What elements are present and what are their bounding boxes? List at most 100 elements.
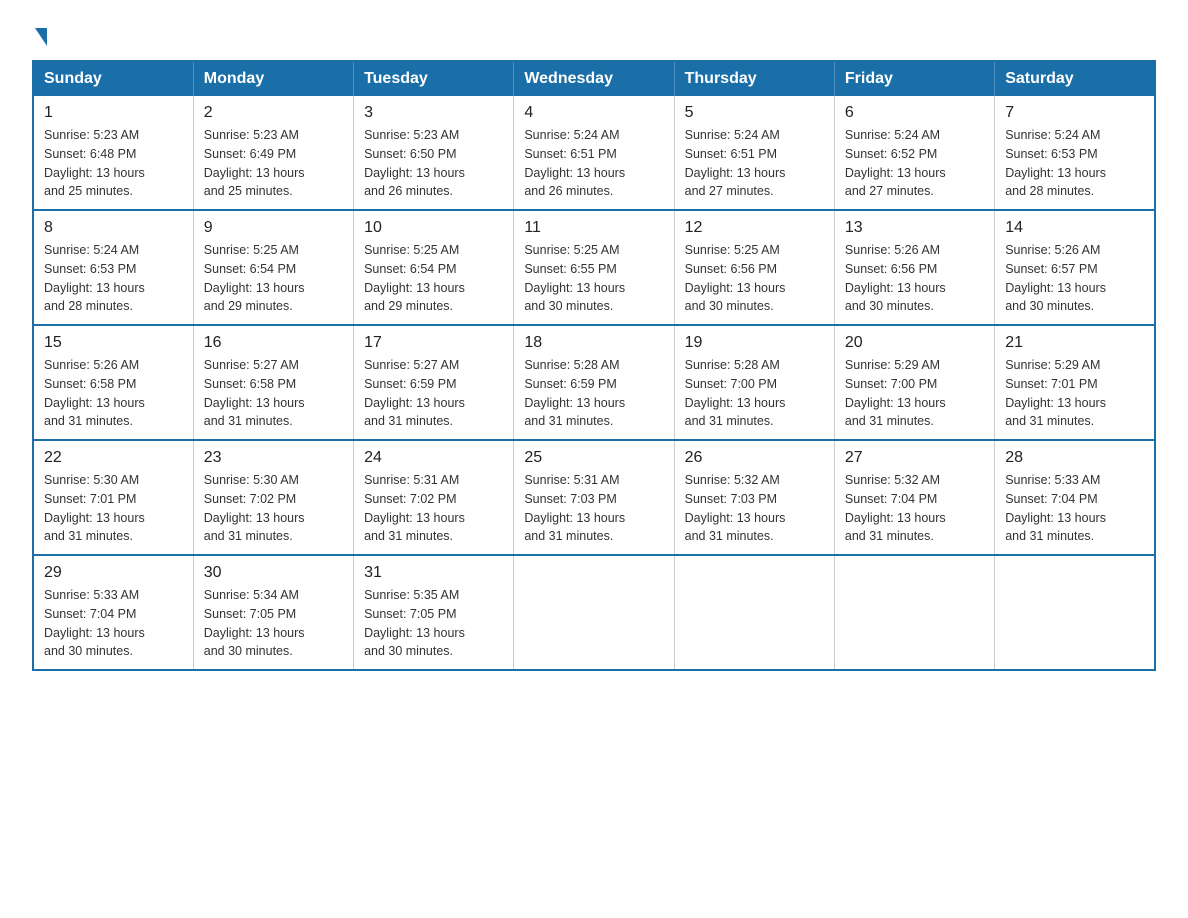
day-info: Sunrise: 5:34 AM Sunset: 7:05 PM Dayligh… <box>204 586 343 661</box>
day-number: 30 <box>204 564 343 582</box>
day-info: Sunrise: 5:28 AM Sunset: 6:59 PM Dayligh… <box>524 356 663 431</box>
day-number: 15 <box>44 334 183 352</box>
weekday-header-wednesday: Wednesday <box>514 61 674 96</box>
page-header <box>32 24 1156 42</box>
day-info: Sunrise: 5:24 AM Sunset: 6:51 PM Dayligh… <box>685 126 824 201</box>
day-number: 6 <box>845 104 984 122</box>
calendar-cell: 2 Sunrise: 5:23 AM Sunset: 6:49 PM Dayli… <box>193 96 353 210</box>
calendar-cell: 18 Sunrise: 5:28 AM Sunset: 6:59 PM Dayl… <box>514 325 674 440</box>
day-number: 18 <box>524 334 663 352</box>
day-info: Sunrise: 5:26 AM Sunset: 6:58 PM Dayligh… <box>44 356 183 431</box>
calendar-cell: 9 Sunrise: 5:25 AM Sunset: 6:54 PM Dayli… <box>193 210 353 325</box>
calendar-cell: 20 Sunrise: 5:29 AM Sunset: 7:00 PM Dayl… <box>834 325 994 440</box>
day-number: 4 <box>524 104 663 122</box>
day-number: 12 <box>685 219 824 237</box>
weekday-header-tuesday: Tuesday <box>354 61 514 96</box>
day-info: Sunrise: 5:24 AM Sunset: 6:52 PM Dayligh… <box>845 126 984 201</box>
logo <box>32 24 47 42</box>
day-number: 1 <box>44 104 183 122</box>
day-number: 27 <box>845 449 984 467</box>
calendar-cell: 10 Sunrise: 5:25 AM Sunset: 6:54 PM Dayl… <box>354 210 514 325</box>
day-info: Sunrise: 5:27 AM Sunset: 6:58 PM Dayligh… <box>204 356 343 431</box>
day-info: Sunrise: 5:32 AM Sunset: 7:03 PM Dayligh… <box>685 471 824 546</box>
calendar-cell: 19 Sunrise: 5:28 AM Sunset: 7:00 PM Dayl… <box>674 325 834 440</box>
day-info: Sunrise: 5:25 AM Sunset: 6:54 PM Dayligh… <box>204 241 343 316</box>
calendar-cell: 23 Sunrise: 5:30 AM Sunset: 7:02 PM Dayl… <box>193 440 353 555</box>
logo-arrow-icon <box>35 28 47 46</box>
day-number: 10 <box>364 219 503 237</box>
day-number: 13 <box>845 219 984 237</box>
calendar-cell: 5 Sunrise: 5:24 AM Sunset: 6:51 PM Dayli… <box>674 96 834 210</box>
weekday-header-monday: Monday <box>193 61 353 96</box>
day-info: Sunrise: 5:31 AM Sunset: 7:03 PM Dayligh… <box>524 471 663 546</box>
day-number: 5 <box>685 104 824 122</box>
weekday-header-saturday: Saturday <box>995 61 1155 96</box>
day-info: Sunrise: 5:26 AM Sunset: 6:56 PM Dayligh… <box>845 241 984 316</box>
calendar-cell: 7 Sunrise: 5:24 AM Sunset: 6:53 PM Dayli… <box>995 96 1155 210</box>
day-number: 26 <box>685 449 824 467</box>
calendar-cell: 26 Sunrise: 5:32 AM Sunset: 7:03 PM Dayl… <box>674 440 834 555</box>
day-number: 2 <box>204 104 343 122</box>
calendar-cell: 28 Sunrise: 5:33 AM Sunset: 7:04 PM Dayl… <box>995 440 1155 555</box>
day-number: 23 <box>204 449 343 467</box>
calendar-cell: 27 Sunrise: 5:32 AM Sunset: 7:04 PM Dayl… <box>834 440 994 555</box>
day-info: Sunrise: 5:35 AM Sunset: 7:05 PM Dayligh… <box>364 586 503 661</box>
day-number: 7 <box>1005 104 1144 122</box>
day-info: Sunrise: 5:33 AM Sunset: 7:04 PM Dayligh… <box>44 586 183 661</box>
calendar-cell: 1 Sunrise: 5:23 AM Sunset: 6:48 PM Dayli… <box>33 96 193 210</box>
day-number: 20 <box>845 334 984 352</box>
day-info: Sunrise: 5:26 AM Sunset: 6:57 PM Dayligh… <box>1005 241 1144 316</box>
day-info: Sunrise: 5:25 AM Sunset: 6:55 PM Dayligh… <box>524 241 663 316</box>
day-info: Sunrise: 5:27 AM Sunset: 6:59 PM Dayligh… <box>364 356 503 431</box>
day-number: 21 <box>1005 334 1144 352</box>
calendar-cell: 16 Sunrise: 5:27 AM Sunset: 6:58 PM Dayl… <box>193 325 353 440</box>
calendar-cell: 25 Sunrise: 5:31 AM Sunset: 7:03 PM Dayl… <box>514 440 674 555</box>
calendar-cell <box>674 555 834 670</box>
calendar-cell: 17 Sunrise: 5:27 AM Sunset: 6:59 PM Dayl… <box>354 325 514 440</box>
day-number: 9 <box>204 219 343 237</box>
day-number: 17 <box>364 334 503 352</box>
calendar-cell: 8 Sunrise: 5:24 AM Sunset: 6:53 PM Dayli… <box>33 210 193 325</box>
day-info: Sunrise: 5:23 AM Sunset: 6:50 PM Dayligh… <box>364 126 503 201</box>
day-info: Sunrise: 5:31 AM Sunset: 7:02 PM Dayligh… <box>364 471 503 546</box>
weekday-header-sunday: Sunday <box>33 61 193 96</box>
calendar-cell: 24 Sunrise: 5:31 AM Sunset: 7:02 PM Dayl… <box>354 440 514 555</box>
day-info: Sunrise: 5:30 AM Sunset: 7:01 PM Dayligh… <box>44 471 183 546</box>
calendar-cell: 13 Sunrise: 5:26 AM Sunset: 6:56 PM Dayl… <box>834 210 994 325</box>
day-info: Sunrise: 5:29 AM Sunset: 7:00 PM Dayligh… <box>845 356 984 431</box>
day-info: Sunrise: 5:29 AM Sunset: 7:01 PM Dayligh… <box>1005 356 1144 431</box>
calendar-table: SundayMondayTuesdayWednesdayThursdayFrid… <box>32 60 1156 671</box>
calendar-cell: 31 Sunrise: 5:35 AM Sunset: 7:05 PM Dayl… <box>354 555 514 670</box>
day-number: 3 <box>364 104 503 122</box>
calendar-cell <box>834 555 994 670</box>
calendar-cell <box>995 555 1155 670</box>
calendar-cell: 29 Sunrise: 5:33 AM Sunset: 7:04 PM Dayl… <box>33 555 193 670</box>
day-info: Sunrise: 5:28 AM Sunset: 7:00 PM Dayligh… <box>685 356 824 431</box>
day-info: Sunrise: 5:25 AM Sunset: 6:56 PM Dayligh… <box>685 241 824 316</box>
weekday-header-thursday: Thursday <box>674 61 834 96</box>
day-info: Sunrise: 5:30 AM Sunset: 7:02 PM Dayligh… <box>204 471 343 546</box>
day-number: 31 <box>364 564 503 582</box>
day-number: 28 <box>1005 449 1144 467</box>
calendar-cell: 21 Sunrise: 5:29 AM Sunset: 7:01 PM Dayl… <box>995 325 1155 440</box>
day-number: 24 <box>364 449 503 467</box>
day-info: Sunrise: 5:32 AM Sunset: 7:04 PM Dayligh… <box>845 471 984 546</box>
calendar-cell: 4 Sunrise: 5:24 AM Sunset: 6:51 PM Dayli… <box>514 96 674 210</box>
day-info: Sunrise: 5:24 AM Sunset: 6:53 PM Dayligh… <box>44 241 183 316</box>
day-info: Sunrise: 5:33 AM Sunset: 7:04 PM Dayligh… <box>1005 471 1144 546</box>
day-number: 11 <box>524 219 663 237</box>
day-number: 16 <box>204 334 343 352</box>
day-info: Sunrise: 5:23 AM Sunset: 6:48 PM Dayligh… <box>44 126 183 201</box>
day-number: 22 <box>44 449 183 467</box>
calendar-cell: 30 Sunrise: 5:34 AM Sunset: 7:05 PM Dayl… <box>193 555 353 670</box>
day-number: 29 <box>44 564 183 582</box>
calendar-cell: 15 Sunrise: 5:26 AM Sunset: 6:58 PM Dayl… <box>33 325 193 440</box>
day-number: 14 <box>1005 219 1144 237</box>
day-info: Sunrise: 5:24 AM Sunset: 6:53 PM Dayligh… <box>1005 126 1144 201</box>
day-number: 25 <box>524 449 663 467</box>
calendar-cell: 11 Sunrise: 5:25 AM Sunset: 6:55 PM Dayl… <box>514 210 674 325</box>
day-number: 19 <box>685 334 824 352</box>
calendar-cell: 22 Sunrise: 5:30 AM Sunset: 7:01 PM Dayl… <box>33 440 193 555</box>
calendar-cell: 6 Sunrise: 5:24 AM Sunset: 6:52 PM Dayli… <box>834 96 994 210</box>
day-info: Sunrise: 5:23 AM Sunset: 6:49 PM Dayligh… <box>204 126 343 201</box>
